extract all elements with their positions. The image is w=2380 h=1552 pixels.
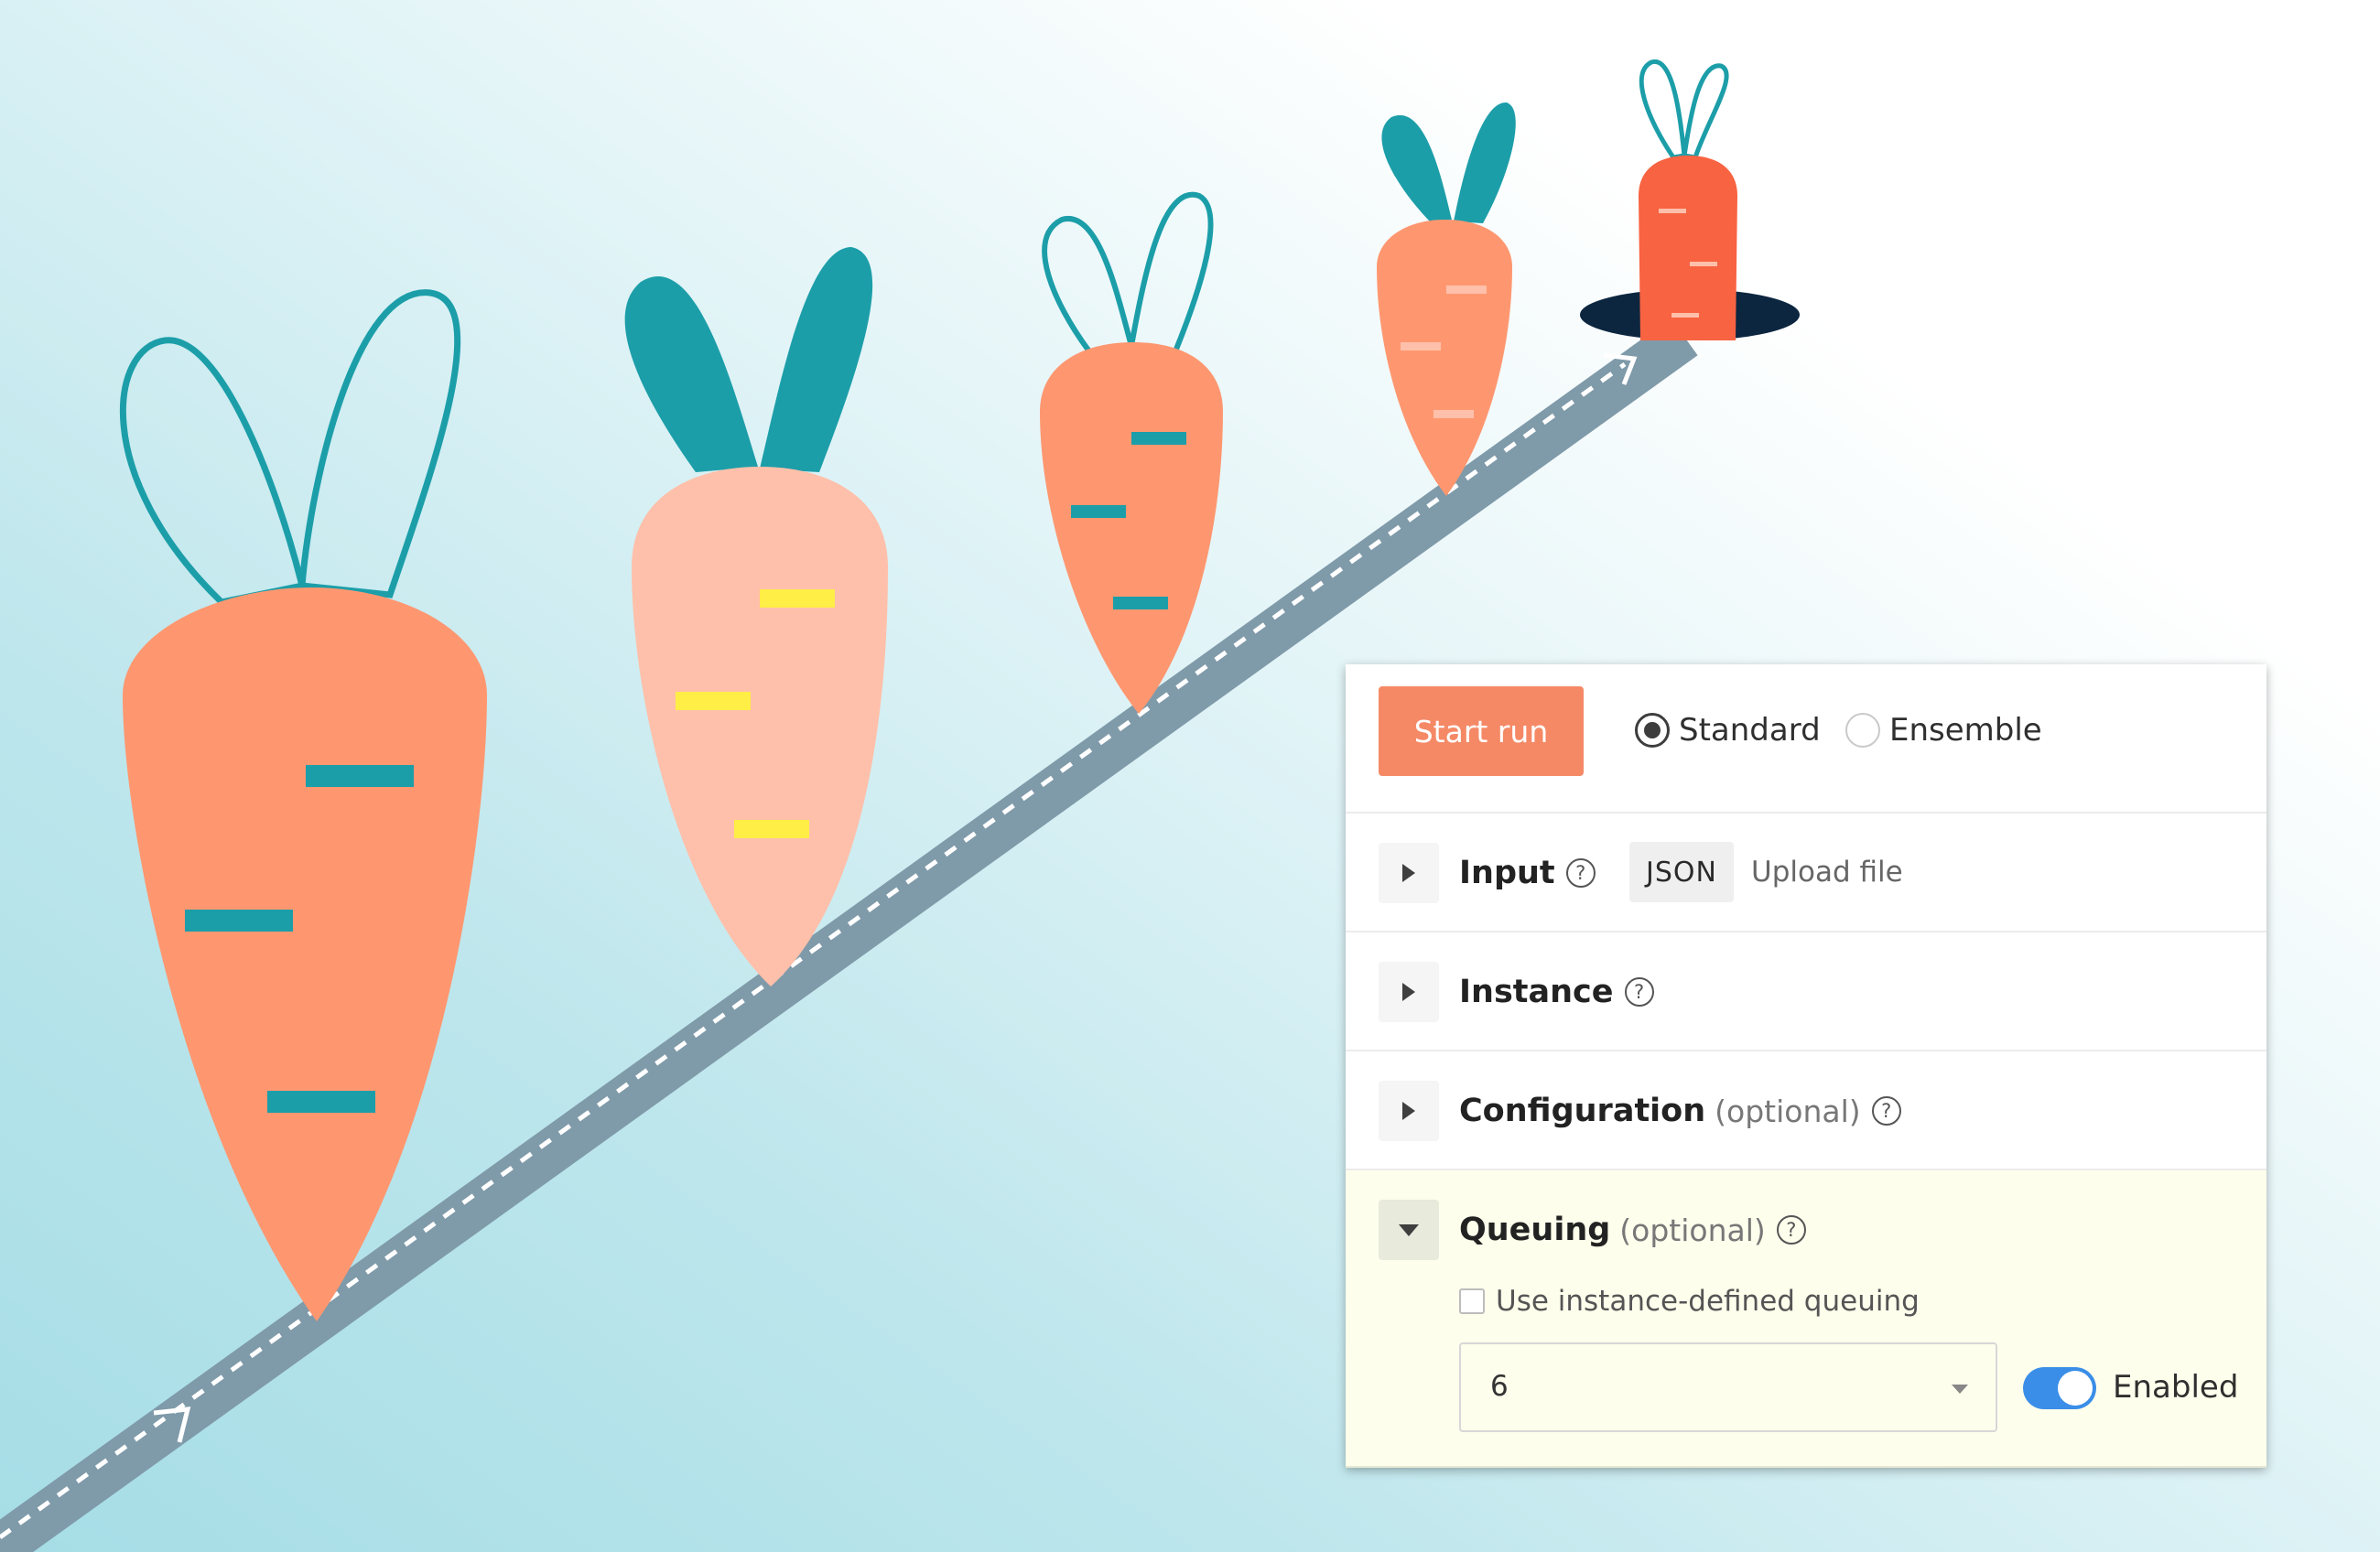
radio-ensemble-label: Ensemble	[1889, 712, 2042, 749]
queue-select-value: 6	[1490, 1370, 1509, 1403]
radio-standard[interactable]: Standard	[1635, 712, 1821, 749]
caret-right-icon	[1402, 864, 1415, 882]
input-expand-toggle[interactable]	[1379, 843, 1439, 903]
instance-header: Instance ?	[1459, 969, 1654, 1015]
radio-standard-label: Standard	[1679, 712, 1821, 749]
radio-selected-icon[interactable]	[1635, 713, 1670, 748]
enabled-toggle[interactable]	[2023, 1367, 2096, 1409]
queuing-header: Queuing (optional) ?	[1459, 1207, 1806, 1253]
upload-file-link[interactable]: Upload file	[1751, 856, 1903, 889]
instance-expand-toggle[interactable]	[1379, 962, 1439, 1022]
queue-priority-select[interactable]: 6	[1459, 1342, 1997, 1432]
section-instance: Instance ?	[1346, 932, 2266, 1051]
section-configuration: Configuration (optional) ?	[1346, 1051, 2266, 1170]
help-icon[interactable]: ?	[1776, 1215, 1806, 1245]
chevron-down-icon	[1952, 1385, 1968, 1394]
instance-queuing-checkbox-row[interactable]: Use instance-defined queuing	[1459, 1285, 1920, 1318]
configuration-header: Configuration (optional) ?	[1459, 1088, 1901, 1134]
toggle-knob	[2058, 1371, 2093, 1406]
instance-title: Instance	[1459, 974, 1614, 1010]
instance-queuing-checkbox[interactable]	[1459, 1288, 1485, 1314]
instance-queuing-label: Use instance-defined queuing	[1496, 1285, 1920, 1318]
queuing-collapse-toggle[interactable]	[1379, 1200, 1439, 1260]
caret-right-icon	[1402, 1102, 1415, 1120]
carrot-large	[119, 289, 487, 1321]
input-title: Input	[1459, 855, 1555, 891]
section-input: Input ? JSON Upload file	[1346, 814, 2266, 932]
carrot-small	[1377, 102, 1516, 496]
caret-right-icon	[1402, 983, 1415, 1001]
configuration-optional-label: (optional)	[1715, 1093, 1861, 1129]
help-icon[interactable]: ?	[1871, 1096, 1901, 1126]
help-icon[interactable]: ?	[1565, 858, 1596, 888]
start-run-button[interactable]: Start run	[1379, 686, 1584, 776]
caret-down-icon	[1399, 1223, 1419, 1236]
carrot-in-hole	[1639, 59, 1737, 340]
radio-ensemble[interactable]: Ensemble	[1845, 712, 2042, 749]
configuration-expand-toggle[interactable]	[1379, 1081, 1439, 1141]
input-header: Input ?	[1459, 850, 1596, 896]
run-panel: Start run Standard Ensemble Input ? JSON…	[1346, 664, 2266, 1468]
radio-unselected-icon[interactable]	[1845, 713, 1880, 748]
section-queuing: Queuing (optional) ? Use instance-define…	[1346, 1170, 2266, 1468]
configuration-title: Configuration	[1459, 1093, 1706, 1129]
run-toolbar: Start run Standard Ensemble	[1346, 664, 2266, 814]
carrot-medium	[1040, 191, 1223, 714]
json-button[interactable]: JSON	[1629, 842, 1734, 902]
queuing-title: Queuing	[1459, 1212, 1611, 1248]
queuing-optional-label: (optional)	[1619, 1212, 1766, 1248]
enabled-toggle-label: Enabled	[2113, 1369, 2239, 1406]
carrot-pale	[624, 247, 888, 986]
help-icon[interactable]: ?	[1624, 977, 1654, 1007]
